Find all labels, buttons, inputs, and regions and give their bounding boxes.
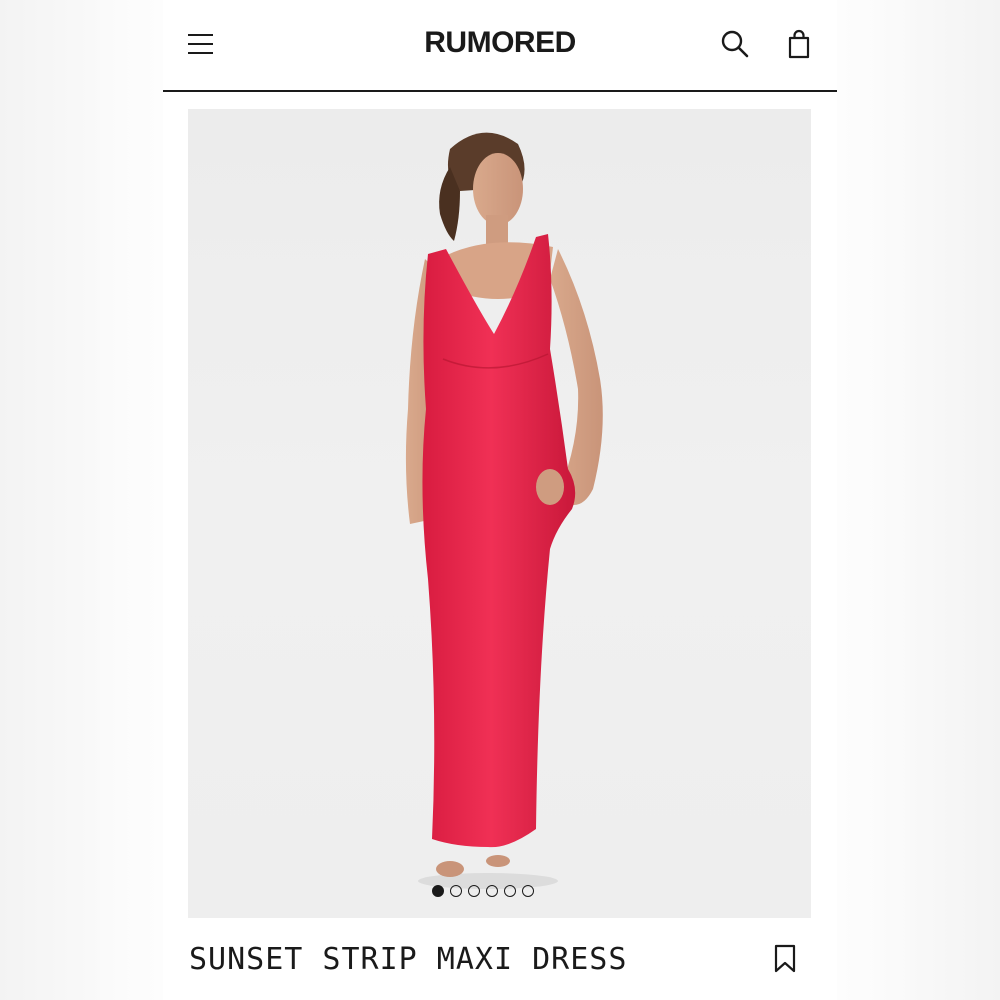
- carousel-dot-1[interactable]: [431, 885, 444, 897]
- product-page: RUMORED SUNSET STRIP MAXI DRESS: [163, 0, 837, 1000]
- carousel-dot-5[interactable]: [503, 885, 516, 897]
- site-header: RUMORED: [163, 0, 837, 92]
- carousel-dot-4[interactable]: [485, 885, 498, 897]
- product-image-gallery[interactable]: [188, 109, 811, 918]
- carousel-dot-6[interactable]: [521, 885, 534, 897]
- product-photo: [405, 132, 603, 889]
- search-button[interactable]: [719, 28, 751, 60]
- carousel-dot-3[interactable]: [467, 885, 480, 897]
- bookmark-icon: [774, 944, 796, 973]
- cart-button[interactable]: [783, 28, 815, 60]
- search-icon: [721, 30, 749, 58]
- carousel-dot-2[interactable]: [449, 885, 462, 897]
- shopping-bag-icon: [788, 29, 810, 59]
- product-title: SUNSET STRIP MAXI DRESS: [189, 942, 628, 977]
- wishlist-button[interactable]: [773, 944, 797, 974]
- carousel-dots: [188, 885, 811, 897]
